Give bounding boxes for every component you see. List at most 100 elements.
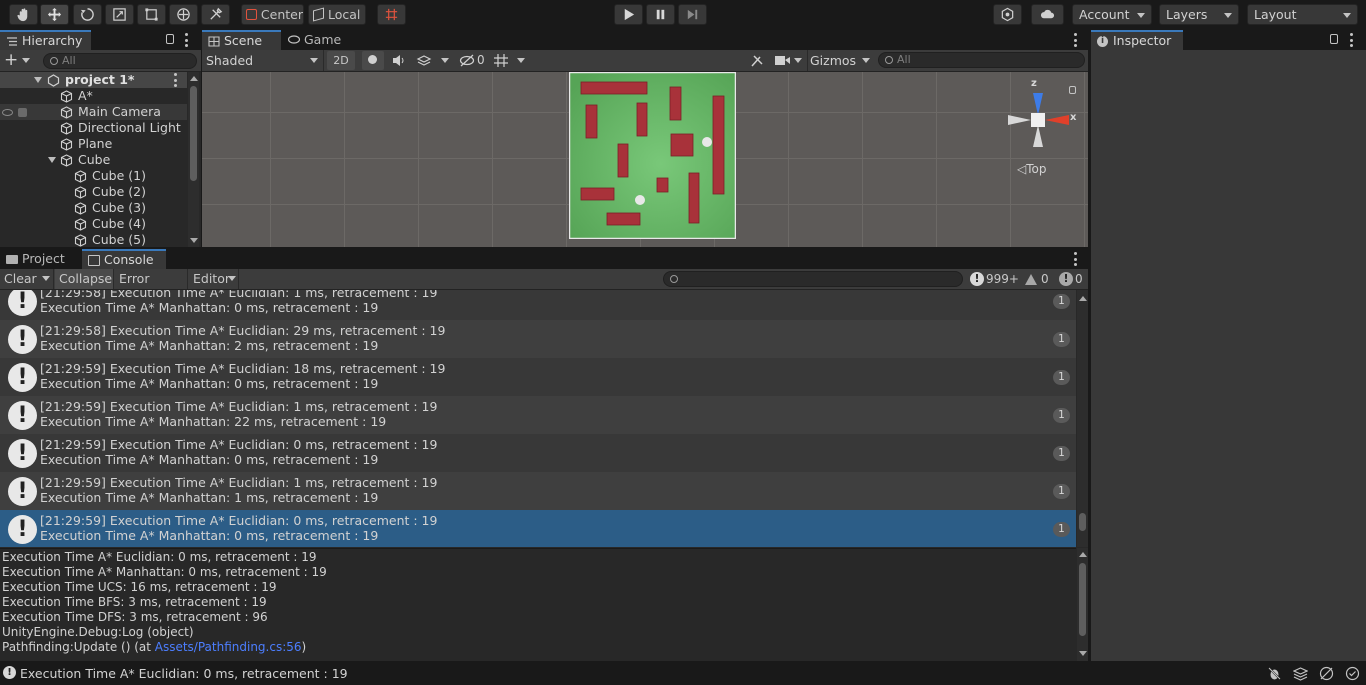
console-log-scrollbar[interactable] bbox=[1077, 290, 1088, 547]
log-count-toggle[interactable]: ! 999+ bbox=[966, 269, 1019, 289]
console-log-entry-selected[interactable]: ! [21:29:59] Execution Time A* Euclidian:… bbox=[0, 510, 1076, 547]
hierarchy-item[interactable]: Cube (4) bbox=[0, 216, 187, 232]
collab-button[interactable] bbox=[993, 4, 1022, 25]
scene-search-input[interactable]: All bbox=[878, 52, 1085, 68]
create-button[interactable]: + bbox=[4, 52, 34, 69]
warning-count-toggle[interactable]: 0 bbox=[1022, 269, 1052, 289]
cache-server-icon[interactable] bbox=[1319, 666, 1334, 681]
error-pause-toggle[interactable]: Error Pause bbox=[115, 269, 188, 306]
hand-tool-button[interactable] bbox=[9, 4, 38, 25]
console-search-input[interactable] bbox=[663, 271, 963, 287]
scene-tools-button[interactable] bbox=[747, 51, 769, 70]
check-circle-icon[interactable] bbox=[1345, 666, 1360, 681]
tab-inspector[interactable]: i Inspector bbox=[1091, 30, 1183, 50]
layers-stack-icon[interactable] bbox=[1293, 666, 1308, 681]
debug-icon[interactable] bbox=[1267, 666, 1282, 681]
scene-menu-icon[interactable] bbox=[173, 73, 177, 87]
hierarchy-item[interactable]: Plane bbox=[0, 136, 187, 152]
gizmos-dropdown[interactable]: Gizmos bbox=[807, 50, 875, 71]
scale-tool-button[interactable] bbox=[105, 4, 134, 25]
hierarchy-item[interactable]: Cube (3) bbox=[0, 200, 187, 216]
pivot-mode-button[interactable]: Center bbox=[241, 4, 304, 25]
hierarchy-item[interactable]: Cube (5) bbox=[0, 232, 187, 247]
account-dropdown[interactable]: Account bbox=[1072, 4, 1152, 25]
orientation-gizmo[interactable]: z x ◁Top bbox=[1005, 78, 1085, 185]
layers-dropdown[interactable]: Layers bbox=[1159, 4, 1239, 25]
pivot-mode-label: Center bbox=[260, 7, 303, 22]
console-menu-icon[interactable] bbox=[1073, 252, 1077, 266]
play-button[interactable] bbox=[614, 4, 643, 25]
scene-menu-icon[interactable] bbox=[1073, 33, 1077, 47]
layout-dropdown[interactable]: Layout bbox=[1247, 4, 1358, 25]
tab-game[interactable]: Game bbox=[282, 30, 352, 50]
expand-arrow-icon[interactable] bbox=[48, 157, 56, 163]
hidden-objects-toggle[interactable]: 0 bbox=[457, 51, 487, 70]
transform-tool-button[interactable] bbox=[169, 4, 198, 25]
camera-dropdown[interactable] bbox=[773, 51, 805, 70]
pickable-hand-icon[interactable] bbox=[18, 108, 27, 117]
error-count-toggle[interactable]: ! 0 bbox=[1056, 269, 1088, 289]
hierarchy-search-input[interactable]: All bbox=[43, 53, 197, 69]
local-cube-icon bbox=[313, 7, 324, 22]
tab-scene[interactable]: Scene bbox=[202, 30, 281, 50]
scene-header-row[interactable]: project 1* bbox=[0, 72, 187, 88]
console-log-entry[interactable]: ! [21:29:59] Execution Time A* Euclidian:… bbox=[0, 434, 1076, 472]
console-detail-scrollbar-thumb[interactable] bbox=[1079, 563, 1086, 636]
console-log-scrollbar-thumb[interactable] bbox=[1079, 513, 1086, 531]
visibility-eye-icon[interactable] bbox=[2, 109, 13, 116]
maze-plane bbox=[569, 72, 736, 239]
view-label[interactable]: ◁Top bbox=[1017, 162, 1046, 176]
effects-dropdown[interactable] bbox=[414, 51, 452, 70]
collapse-toggle[interactable]: Collapse bbox=[55, 269, 114, 289]
stack-link[interactable]: Assets/Pathfinding.cs:56 bbox=[155, 640, 302, 654]
tab-project[interactable]: Project bbox=[0, 249, 80, 269]
lock-icon[interactable] bbox=[1330, 34, 1338, 44]
pivot-rotation-label: Local bbox=[328, 7, 361, 22]
hierarchy-item[interactable]: Main Camera bbox=[0, 104, 187, 120]
move-tool-button[interactable] bbox=[40, 4, 69, 25]
console-log-entry[interactable]: ! [21:29:58] Execution Time A* Euclidian:… bbox=[0, 320, 1076, 358]
step-button[interactable] bbox=[678, 4, 707, 25]
hierarchy-item[interactable]: Cube (2) bbox=[0, 184, 187, 200]
pivot-rotation-button[interactable]: Local bbox=[308, 4, 366, 25]
pause-button[interactable] bbox=[646, 4, 675, 25]
grid-snap-button[interactable] bbox=[377, 4, 406, 25]
status-message[interactable]: Execution Time A* Euclidian: 0 ms, retra… bbox=[20, 666, 348, 681]
hierarchy-menu-icon[interactable] bbox=[184, 33, 188, 47]
tab-console[interactable]: Console bbox=[82, 249, 166, 269]
rotate-tool-button[interactable] bbox=[73, 4, 102, 25]
warning-icon bbox=[1025, 274, 1037, 285]
hierarchy-item[interactable]: Directional Light bbox=[0, 120, 187, 136]
hierarchy-item[interactable]: Cube (1) bbox=[0, 168, 187, 184]
cloud-button[interactable] bbox=[1031, 4, 1064, 25]
scene-grid-icon bbox=[208, 36, 220, 47]
clear-label: Clear bbox=[4, 271, 37, 286]
console-log-entry[interactable]: ! [21:29:58] Execution Time A* Euclidian:… bbox=[0, 290, 1076, 320]
custom-tool-button[interactable] bbox=[201, 4, 230, 25]
lighting-toggle[interactable] bbox=[362, 51, 384, 70]
console-log-list: ! [21:29:58] Execution Time A* Euclidian:… bbox=[0, 290, 1076, 547]
inspector-menu-icon[interactable] bbox=[1349, 33, 1353, 47]
scene-panel: Scene Game Shaded 2D 0 Gizmos All z x ◁T… bbox=[202, 30, 1088, 247]
2d-toggle[interactable]: 2D bbox=[327, 51, 355, 70]
console-detail-scrollbar[interactable] bbox=[1077, 548, 1088, 661]
hierarchy-item[interactable]: Cube bbox=[0, 152, 187, 168]
hierarchy-scrollbar[interactable] bbox=[188, 72, 199, 247]
audio-toggle[interactable] bbox=[388, 51, 410, 70]
clear-button[interactable]: Clear bbox=[0, 269, 54, 289]
editor-dropdown[interactable]: Editor bbox=[189, 269, 239, 289]
chevron-down-icon bbox=[1137, 13, 1145, 18]
rect-tool-button[interactable] bbox=[137, 4, 166, 25]
hierarchy-item[interactable]: A* bbox=[0, 88, 187, 104]
shading-mode-dropdown[interactable]: Shaded bbox=[202, 50, 324, 71]
chevron-down-icon bbox=[1224, 13, 1232, 18]
rotate-icon bbox=[80, 8, 94, 21]
lock-icon[interactable] bbox=[166, 34, 174, 44]
console-log-entry[interactable]: ! [21:29:59] Execution Time A* Euclidian:… bbox=[0, 472, 1076, 510]
console-log-entry[interactable]: ! [21:29:59] Execution Time A* Euclidian:… bbox=[0, 396, 1076, 434]
grid-dropdown[interactable] bbox=[492, 51, 530, 70]
console-log-entry[interactable]: ! [21:29:59] Execution Time A* Euclidian:… bbox=[0, 358, 1076, 396]
tab-hierarchy[interactable]: Hierarchy bbox=[0, 30, 91, 50]
scene-viewport[interactable]: z x ◁Top bbox=[202, 72, 1088, 247]
hierarchy-scrollbar-thumb[interactable] bbox=[190, 86, 197, 181]
